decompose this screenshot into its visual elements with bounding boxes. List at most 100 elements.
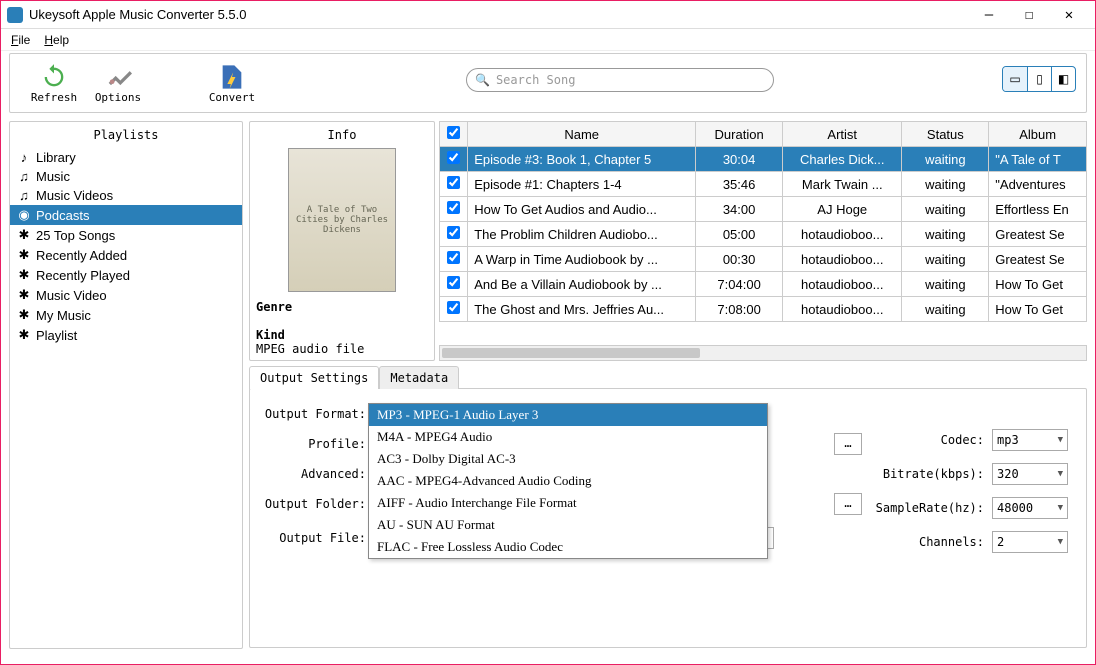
row-checkbox[interactable]: [447, 301, 460, 314]
maximize-button[interactable]: ☐: [1009, 1, 1049, 29]
samplerate-label: SampleRate(hz):: [864, 501, 984, 515]
table-row[interactable]: How To Get Audios and Audio...34:00AJ Ho…: [440, 197, 1087, 222]
window-title: Ukeysoft Apple Music Converter 5.5.0: [29, 7, 247, 22]
cell-name: How To Get Audios and Audio...: [468, 197, 696, 222]
row-checkbox[interactable]: [447, 176, 460, 189]
options-button[interactable]: Options: [86, 63, 150, 104]
cell-name: And Be a Villain Audiobook by ...: [468, 272, 696, 297]
folder-browse-button[interactable]: …: [834, 493, 862, 515]
table-row[interactable]: Episode #3: Book 1, Chapter 530:04Charle…: [440, 147, 1087, 172]
playlist-icon: ♪: [16, 150, 32, 165]
table-row[interactable]: And Be a Villain Audiobook by ...7:04:00…: [440, 272, 1087, 297]
format-option[interactable]: MP3 - MPEG-1 Audio Layer 3: [369, 404, 767, 426]
channels-label: Channels:: [864, 535, 984, 549]
output-folder-label: Output Folder:: [262, 497, 366, 511]
playlist-label: 25 Top Songs: [36, 228, 115, 243]
cell-album: Greatest Se: [989, 222, 1087, 247]
cell-status: waiting: [902, 272, 989, 297]
close-button[interactable]: ✕: [1049, 1, 1089, 29]
cell-name: Episode #3: Book 1, Chapter 5: [468, 147, 696, 172]
menu-file[interactable]: File: [11, 33, 30, 47]
sidebar-item-library[interactable]: ♪Library: [10, 148, 242, 167]
playlist-label: Podcasts: [36, 208, 89, 223]
search-input[interactable]: 🔍 Search Song: [466, 68, 774, 92]
row-checkbox[interactable]: [447, 151, 460, 164]
sidebar-item-my-music[interactable]: ✱My Music: [10, 305, 242, 325]
genre-label: Genre: [256, 300, 292, 314]
cell-artist: hotaudioboo...: [783, 297, 902, 322]
column-name[interactable]: Name: [468, 122, 696, 147]
format-option[interactable]: AAC - MPEG4-Advanced Audio Coding: [369, 470, 767, 492]
layout-2-icon[interactable]: ▯: [1027, 67, 1051, 91]
sidebar-item-music-videos[interactable]: ♫Music Videos: [10, 186, 242, 205]
menubar: File Help: [1, 29, 1095, 51]
row-checkbox[interactable]: [447, 226, 460, 239]
layout-3-icon[interactable]: ◧: [1051, 67, 1075, 91]
playlist-icon: ♫: [16, 188, 32, 203]
table-row[interactable]: Episode #1: Chapters 1-435:46Mark Twain …: [440, 172, 1087, 197]
cell-name: A Warp in Time Audiobook by ...: [468, 247, 696, 272]
format-option[interactable]: AC3 - Dolby Digital AC-3: [369, 448, 767, 470]
sidebar-item-recently-played[interactable]: ✱Recently Played: [10, 265, 242, 285]
layout-switcher[interactable]: ▭ ▯ ◧: [1002, 66, 1076, 92]
column-duration[interactable]: Duration: [696, 122, 783, 147]
cell-artist: Mark Twain ...: [783, 172, 902, 197]
column-artist[interactable]: Artist: [783, 122, 902, 147]
select-all-checkbox[interactable]: [447, 126, 460, 139]
cell-artist: hotaudioboo...: [783, 222, 902, 247]
playlist-icon: ✱: [16, 267, 32, 283]
row-checkbox[interactable]: [447, 276, 460, 289]
bitrate-select[interactable]: 320▼: [992, 463, 1068, 485]
playlist-label: My Music: [36, 308, 91, 323]
cell-artist: Charles Dick...: [783, 147, 902, 172]
format-option[interactable]: AU - SUN AU Format: [369, 514, 767, 536]
column-status[interactable]: Status: [902, 122, 989, 147]
codec-label: Codec:: [864, 433, 984, 447]
tab-output-settings[interactable]: Output Settings: [249, 366, 379, 389]
column-album[interactable]: Album: [989, 122, 1087, 147]
cell-duration: 00:30: [696, 247, 783, 272]
cell-status: waiting: [902, 172, 989, 197]
table-row[interactable]: A Warp in Time Audiobook by ...00:30hota…: [440, 247, 1087, 272]
channels-select[interactable]: 2▼: [992, 531, 1068, 553]
cell-album: "Adventures: [989, 172, 1087, 197]
table-row[interactable]: The Ghost and Mrs. Jeffries Au...7:08:00…: [440, 297, 1087, 322]
cell-duration: 30:04: [696, 147, 783, 172]
format-option[interactable]: FLAC - Free Lossless Audio Codec: [369, 536, 767, 558]
kind-label: Kind: [256, 328, 285, 342]
samplerate-select[interactable]: 48000▼: [992, 497, 1068, 519]
refresh-button[interactable]: Refresh: [22, 63, 86, 104]
cell-status: waiting: [902, 222, 989, 247]
cell-artist: AJ Hoge: [783, 197, 902, 222]
header-checkbox[interactable]: [440, 122, 468, 147]
format-option[interactable]: M4A - MPEG4 Audio: [369, 426, 767, 448]
cell-status: waiting: [902, 147, 989, 172]
cell-status: waiting: [902, 297, 989, 322]
advanced-label: Advanced:: [262, 467, 366, 481]
horizontal-scrollbar[interactable]: [439, 345, 1087, 361]
output-format-dropdown[interactable]: MP3 - MPEG-1 Audio Layer 3M4A - MPEG4 Au…: [368, 403, 768, 559]
format-option[interactable]: AIFF - Audio Interchange File Format: [369, 492, 767, 514]
sidebar-item-recently-added[interactable]: ✱Recently Added: [10, 245, 242, 265]
profile-browse-button[interactable]: …: [834, 433, 862, 455]
cell-duration: 7:08:00: [696, 297, 783, 322]
sidebar-item-music-video[interactable]: ✱Music Video: [10, 285, 242, 305]
output-format-label: Output Format:: [262, 407, 366, 421]
tab-metadata[interactable]: Metadata: [379, 366, 459, 389]
codec-select[interactable]: mp3▼: [992, 429, 1068, 451]
sidebar-item-music[interactable]: ♫Music: [10, 167, 242, 186]
cell-name: The Problim Children Audiobo...: [468, 222, 696, 247]
sidebar-item-25-top-songs[interactable]: ✱ 25 Top Songs: [10, 225, 242, 245]
sidebar-item-podcasts[interactable]: ◉Podcasts: [10, 205, 242, 225]
titlebar: Ukeysoft Apple Music Converter 5.5.0 — ☐…: [1, 1, 1095, 29]
menu-help[interactable]: Help: [44, 33, 69, 47]
layout-1-icon[interactable]: ▭: [1003, 67, 1027, 91]
playlist-label: Playlist: [36, 328, 77, 343]
playlist-icon: ✱: [16, 227, 32, 243]
table-row[interactable]: The Problim Children Audiobo...05:00hota…: [440, 222, 1087, 247]
minimize-button[interactable]: —: [969, 1, 1009, 29]
row-checkbox[interactable]: [447, 251, 460, 264]
convert-button[interactable]: Convert: [200, 63, 264, 104]
row-checkbox[interactable]: [447, 201, 460, 214]
sidebar-item-playlist[interactable]: ✱Playlist: [10, 325, 242, 345]
